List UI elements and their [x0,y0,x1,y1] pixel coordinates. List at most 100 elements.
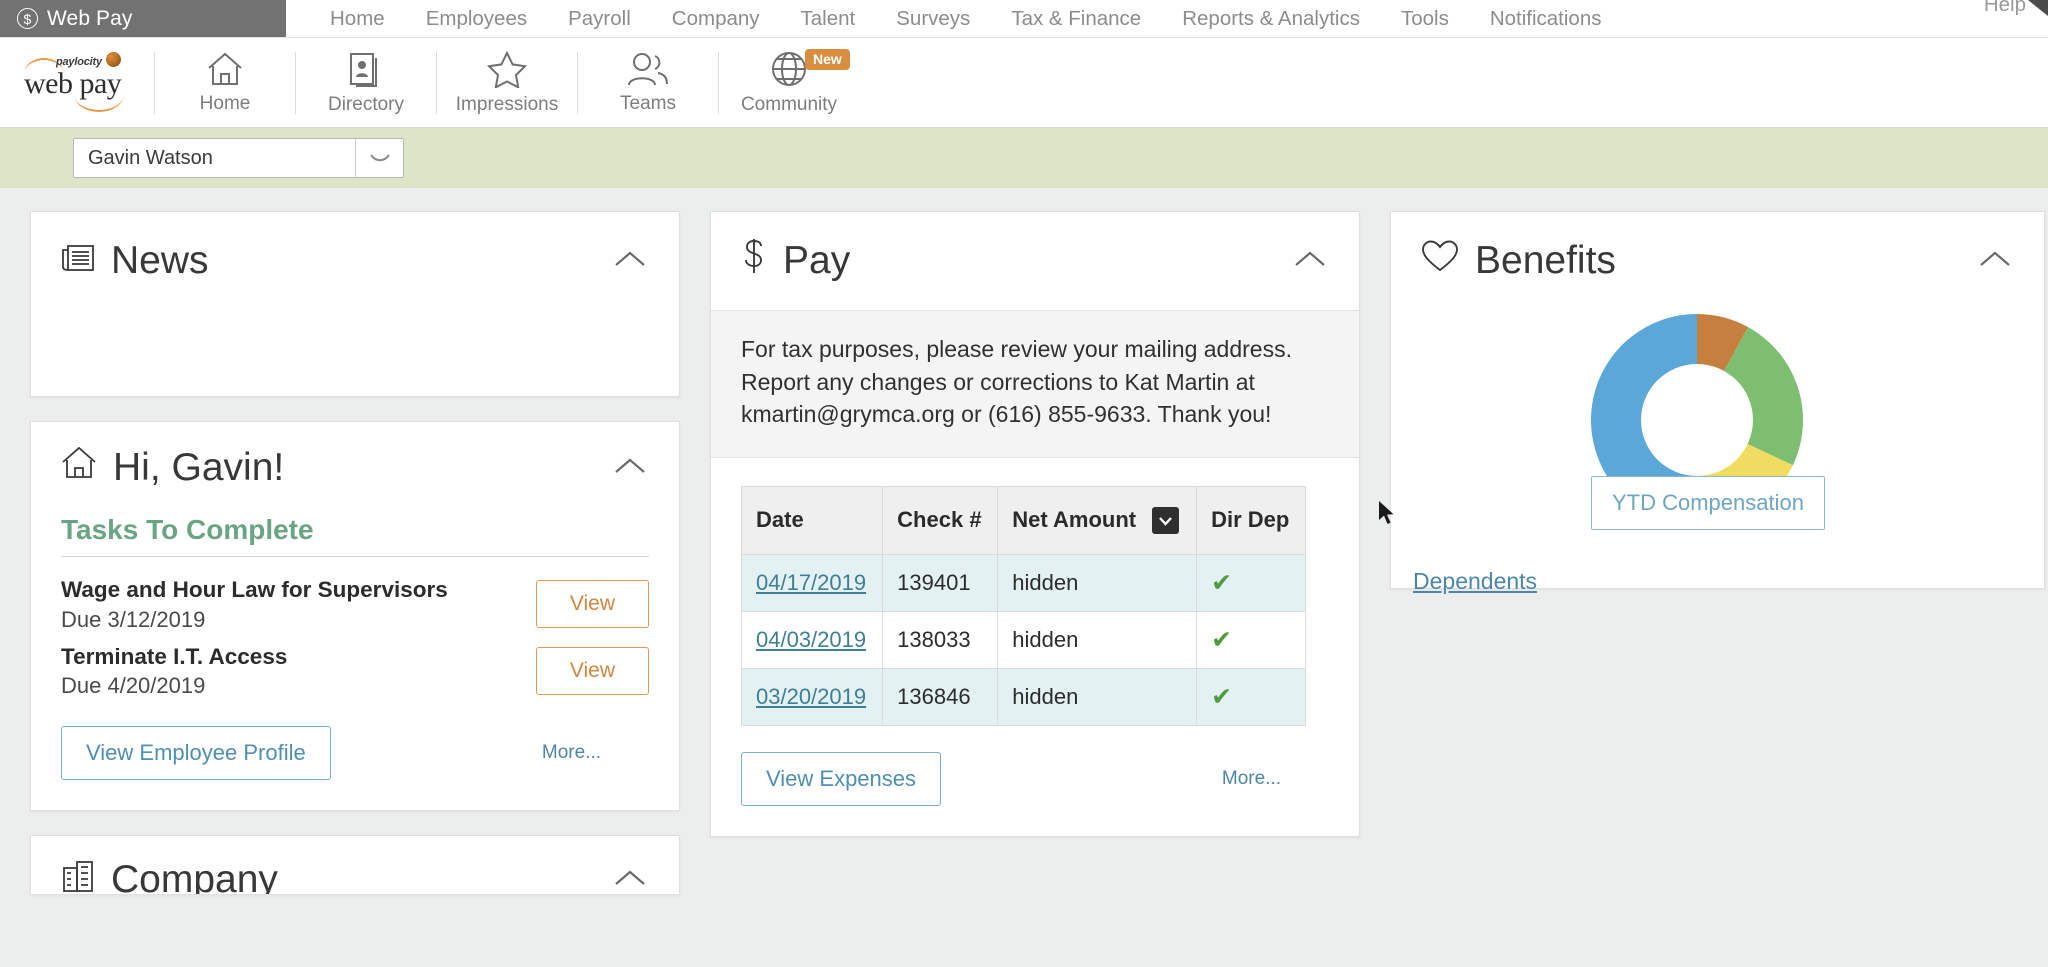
view-employee-profile-button[interactable]: View Employee Profile [61,726,331,780]
benefits-title-group: Benefits [1421,239,1616,283]
employee-selector[interactable] [73,138,404,178]
cell-dir-dep: ✔ [1197,668,1306,725]
dashboard-column-center: Pay For tax purposes, please review your… [710,211,1360,837]
tasks-greeting-title: Hi, Gavin! [113,446,284,490]
top-nav-item-surveys[interactable]: Surveys [896,7,970,31]
people-icon [626,51,670,87]
chevron-down-box-icon[interactable] [1152,507,1179,534]
cell-check-number: 139401 [883,554,998,611]
view-expenses-button[interactable]: View Expenses [741,752,941,806]
nav-item-community[interactable]: New Community [719,42,859,124]
icon-navigation-bar: paylocity web pay Home Directory [0,38,2048,128]
donut-hole [1641,364,1753,476]
table-row: 04/03/2019 138033 hidden ✔ [742,611,1306,668]
star-icon [487,50,527,88]
cell-net-amount: hidden [998,611,1197,668]
news-collapse-chevron-up-icon[interactable] [607,243,653,280]
top-nav-item-talent[interactable]: Talent [801,7,856,31]
pay-more-link[interactable]: More... [1222,768,1281,790]
benefits-collapse-chevron-up-icon[interactable] [1972,243,2018,280]
column-header-dir-dep[interactable]: Dir Dep [1197,486,1306,554]
cell-net-amount: hidden [998,668,1197,725]
dashboard-column-right: Benefits YTD Compensation Dependents [1390,211,2045,589]
company-card: Company [30,835,680,895]
company-collapse-chevron-up-icon[interactable] [607,862,653,896]
benefits-title: Benefits [1475,239,1616,283]
pay-title-group: Pay [741,237,850,285]
nav-item-directory[interactable]: Directory [296,42,436,124]
tasks-collapse-chevron-up-icon[interactable] [607,450,653,487]
building-icon [61,858,95,895]
news-card-header: News [31,212,679,310]
top-nav-item-employees[interactable]: Employees [426,7,527,31]
pay-date-link[interactable]: 04/03/2019 [756,627,866,652]
table-row: 04/17/2019 139401 hidden ✔ [742,554,1306,611]
column-header-date[interactable]: Date [742,486,883,554]
cell-dir-dep: ✔ [1197,611,1306,668]
nav-item-impressions[interactable]: Impressions [437,42,577,124]
task-view-button[interactable]: View [536,647,649,695]
task-row: Wage and Hour Law for Supervisors Due 3/… [61,575,649,634]
home-icon [206,51,244,87]
pay-collapse-chevron-up-icon[interactable] [1287,243,1333,280]
table-row: 03/20/2019 136846 hidden ✔ [742,668,1306,725]
column-header-net-amount[interactable]: Net Amount [998,486,1197,554]
nav-item-teams[interactable]: Teams [578,42,718,124]
benefits-card-body: YTD Compensation Dependents [1391,310,2044,588]
task-name: Wage and Hour Law for Supervisors [61,575,448,605]
pay-date-link[interactable]: 04/17/2019 [756,570,866,595]
checkmark-icon: ✔ [1211,626,1232,654]
task-due-date: Due 3/12/2019 [61,605,448,634]
news-title: News [111,239,209,283]
pay-notice-text: For tax purposes, please review your mai… [711,310,1359,458]
pay-card-footer: View Expenses More... [711,726,1359,836]
dollar-coin-icon: $ [17,8,38,29]
nav-item-impressions-label: Impressions [456,94,558,116]
tasks-more-link[interactable]: More... [542,742,601,764]
employee-search-input[interactable] [74,139,355,177]
cell-date: 04/03/2019 [742,611,883,668]
top-nav-item-home[interactable]: Home [330,7,385,31]
brand-logo[interactable]: $ Web Pay [0,0,286,37]
column-header-check-number[interactable]: Check # [883,486,998,554]
pay-table-body: 04/17/2019 139401 hidden ✔ 04/03/2019 13… [742,554,1306,725]
news-card-body [31,310,679,396]
top-nav-item-tools[interactable]: Tools [1401,7,1449,31]
tasks-title-group: Hi, Gavin! [61,446,284,490]
tasks-card-footer: View Employee Profile More... [61,726,649,780]
tasks-card-body: Tasks To Complete Wage and Hour Law for … [31,514,679,810]
task-info: Wage and Hour Law for Supervisors Due 3/… [61,575,448,634]
checkmark-icon: ✔ [1211,569,1232,597]
column-header-net-amount-label: Net Amount [1012,507,1136,532]
pay-date-link[interactable]: 03/20/2019 [756,684,866,709]
dashboard-column-left: News [30,211,680,895]
pay-table-wrapper: Date Check # Net Amount [711,458,1359,726]
contact-card-icon [347,50,385,88]
nav-item-community-label: Community [741,94,837,116]
top-nav-item-notifications[interactable]: Notifications [1490,7,1602,31]
cell-net-amount: hidden [998,554,1197,611]
newspaper-icon [61,239,95,283]
pay-history-table: Date Check # Net Amount [741,486,1306,726]
dependents-link[interactable]: Dependents [1413,568,1537,595]
tasks-card-header: Hi, Gavin! [31,422,679,514]
top-nav-item-reports-analytics[interactable]: Reports & Analytics [1182,7,1360,31]
top-nav-item-tax-finance[interactable]: Tax & Finance [1011,7,1141,31]
nav-item-home[interactable]: Home [155,42,295,124]
dashboard-main: News [0,188,2048,895]
brand-label: Web Pay [47,7,133,31]
cell-date: 03/20/2019 [742,668,883,725]
task-due-date: Due 4/20/2019 [61,671,287,700]
news-title-group: News [61,239,209,283]
news-card: News [30,211,680,397]
task-view-button[interactable]: View [536,580,649,628]
top-nav-item-payroll[interactable]: Payroll [568,7,631,31]
new-badge: New [805,49,850,70]
task-name: Terminate I.T. Access [61,642,287,672]
web-pay-logo[interactable]: paylocity web pay [22,50,132,116]
logo-swoosh-bottom-icon [74,94,124,112]
help-link[interactable]: Help [1984,0,2026,17]
top-nav-item-company[interactable]: Company [672,7,760,31]
employee-selector-caret[interactable] [355,139,403,177]
globe-icon [770,50,808,88]
